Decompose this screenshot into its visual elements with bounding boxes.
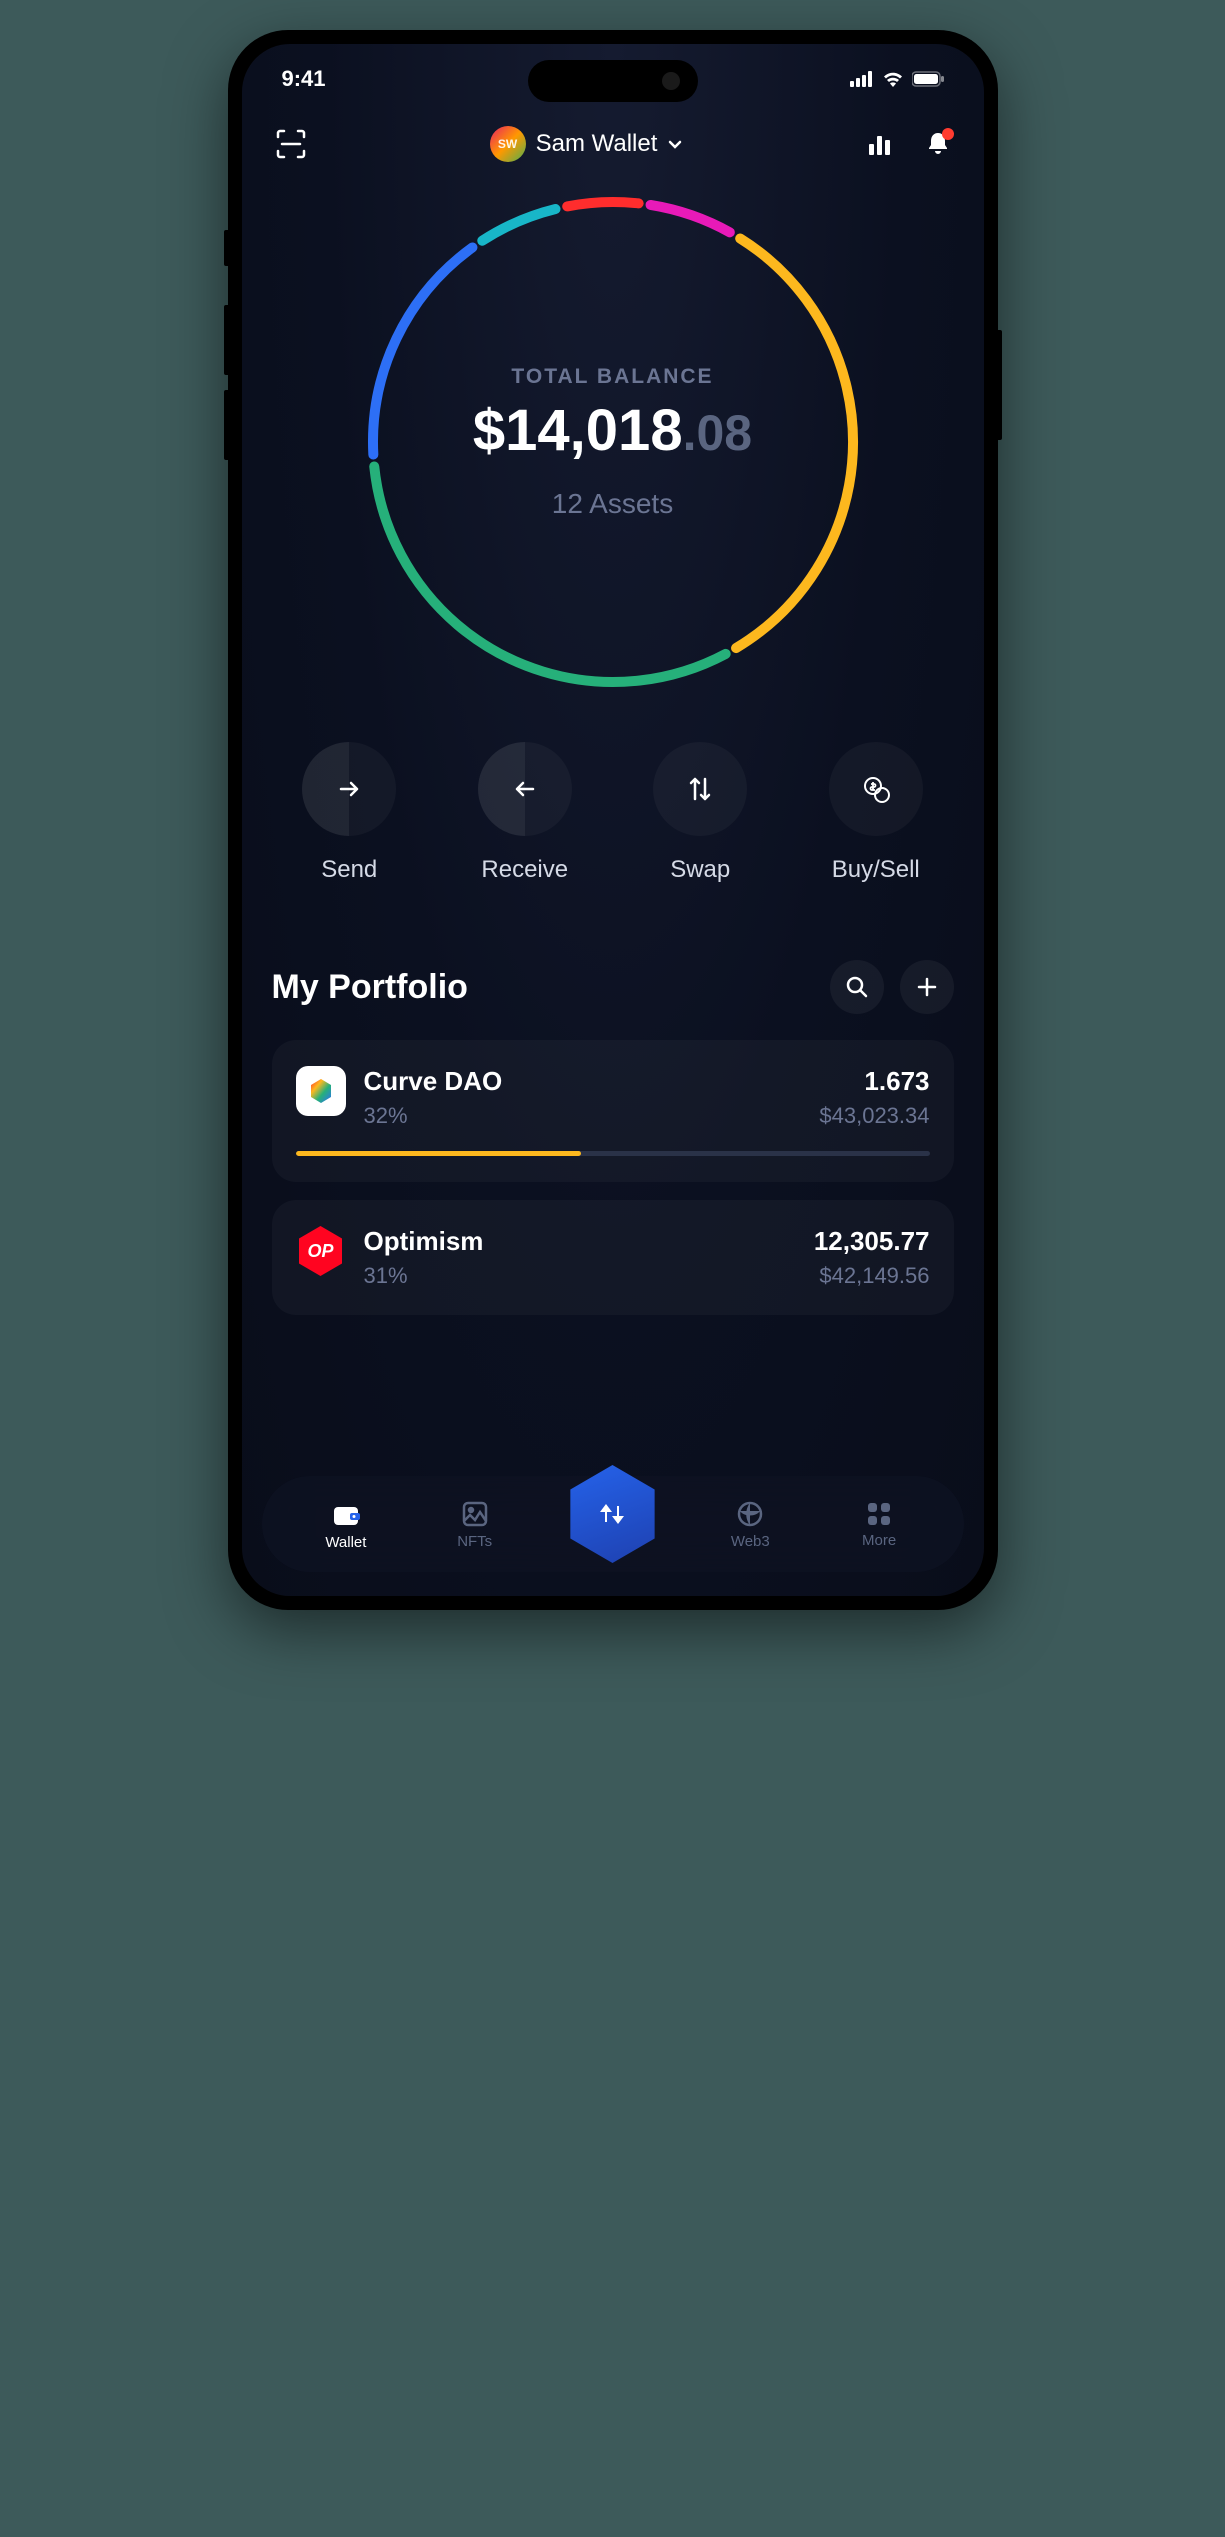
asset-card[interactable]: Curve DAO 32% 1.673 $43,023.34 [272,1040,954,1182]
nav-nfts[interactable]: NFTs [435,1499,515,1550]
receive-button[interactable]: Receive [478,742,572,884]
search-icon [845,975,869,999]
buy-sell-button[interactable]: Buy/Sell [829,742,923,884]
asset-percentage: 31% [364,1263,484,1289]
asset-value: $43,023.34 [819,1103,929,1129]
balance-ring: TOTAL BALANCE $14,018.08 12 Assets [363,192,863,692]
image-icon [460,1499,490,1529]
chevron-down-icon [667,136,683,152]
bottom-nav: Wallet NFTs Web3 More [262,1476,964,1572]
notification-badge [942,128,954,140]
wallet-name: Sam Wallet [536,130,658,158]
screen: 9:41 SW Sam Wallet [242,44,984,1596]
globe-icon [735,1499,765,1529]
action-row: Send Receive Swap Buy/Sell [242,692,984,904]
asset-quantity: 12,305.77 [814,1226,930,1257]
wallet-selector[interactable]: SW Sam Wallet [490,126,684,162]
phone-frame: 9:41 SW Sam Wallet [228,30,998,1610]
coins-icon [860,773,892,805]
add-button[interactable] [900,960,954,1014]
dynamic-island [528,60,698,102]
swap-button[interactable]: Swap [653,742,747,884]
wifi-icon [882,71,904,87]
asset-name: Curve DAO [364,1066,503,1097]
nav-center-action[interactable] [563,1465,661,1563]
asset-quantity: 1.673 [819,1066,929,1097]
app-header: SW Sam Wallet [242,104,984,172]
send-button[interactable]: Send [302,742,396,884]
swap-center-icon [594,1496,630,1532]
nav-wallet[interactable]: Wallet [306,1498,386,1551]
search-button[interactable] [830,960,884,1014]
portfolio-section: My Portfolio Curve DAO 32% 1.673 $43,023.34… [242,904,984,1315]
battery-icon [912,71,944,87]
swap-icon [685,774,715,804]
chart-icon[interactable] [866,130,894,158]
grid-icon [865,1500,893,1528]
notifications-button[interactable] [924,130,952,158]
asset-value: $42,149.56 [814,1263,930,1289]
status-time: 9:41 [282,66,326,92]
asset-icon: OP [296,1226,346,1276]
asset-bar [296,1151,930,1156]
nav-more[interactable]: More [839,1500,919,1549]
asset-percentage: 32% [364,1103,503,1129]
avatar: SW [490,126,526,162]
allocation-ring [363,192,863,692]
portfolio-title: My Portfolio [272,968,468,1007]
scan-icon[interactable] [274,127,308,161]
asset-card[interactable]: OP Optimism 31% 12,305.77 $42,149.56 [272,1200,954,1315]
asset-icon [296,1066,346,1116]
cellular-icon [850,71,874,87]
nav-web3[interactable]: Web3 [710,1499,790,1550]
plus-icon [915,975,939,999]
wallet-icon [330,1498,362,1530]
asset-name: Optimism [364,1226,484,1257]
